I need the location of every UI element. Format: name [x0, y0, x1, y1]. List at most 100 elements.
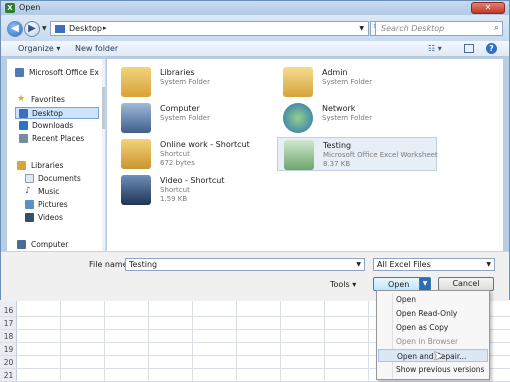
column-divider — [280, 290, 281, 382]
filename-input[interactable]: Testing ▼ — [125, 258, 365, 271]
file-type-value: All Excel Files — [377, 260, 431, 269]
nav-header-label: Computer — [31, 240, 69, 249]
menu-item-show-previous-versions[interactable]: Show previous versions — [378, 363, 488, 376]
item-type: Shortcut — [160, 186, 190, 194]
breadcrumb-desktop[interactable]: Desktop — [69, 24, 102, 33]
forward-button[interactable]: ▶ — [24, 21, 40, 37]
file-type-select[interactable]: All Excel Files ▼ — [373, 258, 495, 271]
column-divider — [236, 290, 237, 382]
menu-item-open-as-copy[interactable]: Open as Copy — [378, 321, 488, 334]
item-type: System Folder — [160, 78, 210, 86]
menu-item-open-read-only[interactable]: Open Read-Only — [378, 307, 488, 320]
nav-item-recent-places[interactable]: Recent Places — [7, 133, 99, 145]
excel-app-icon: X — [5, 3, 15, 13]
shortcut-folder-icon — [121, 139, 151, 169]
nav-item-downloads[interactable]: Downloads — [7, 120, 99, 132]
title-bar[interactable]: X Open ✕ — [1, 1, 509, 15]
item-name: Online work - Shortcut — [160, 140, 250, 149]
nav-item-label: Videos — [38, 213, 63, 222]
item-name: Testing — [323, 141, 352, 150]
cancel-button[interactable]: Cancel — [438, 277, 494, 291]
nav-item-label: Recent Places — [32, 134, 85, 143]
item-type: System Folder — [322, 78, 372, 86]
downloads-icon — [19, 121, 28, 130]
chevron-down-icon[interactable]: ▼ — [359, 25, 364, 32]
item-name: Video - Shortcut — [160, 176, 225, 185]
nav-item-label: Microsoft Office Ex — [29, 68, 99, 77]
nav-scrollbar[interactable] — [102, 59, 105, 251]
file-item-video-shortcut[interactable]: Video - Shortcut Shortcut 1.59 KB — [115, 173, 295, 207]
search-icon[interactable]: ⌕ — [494, 23, 499, 33]
item-type: System Folder — [160, 114, 210, 122]
nav-item-music[interactable]: ♪ Music — [7, 186, 99, 198]
video-shortcut-icon — [121, 175, 151, 205]
row-number: 19 — [3, 345, 14, 354]
tools-button[interactable]: Tools ▾ — [330, 280, 356, 289]
file-item-network[interactable]: Network System Folder — [277, 101, 457, 135]
documents-icon — [25, 174, 34, 183]
filename-value: Testing — [129, 260, 158, 269]
chevron-right-icon[interactable]: ▸ — [103, 24, 107, 32]
item-name: Admin — [322, 68, 348, 77]
address-bar-area: ◀ ▶ ▼ Desktop ▸ ▼ ↻ Search Desktop ⌕ — [1, 15, 509, 41]
item-type: System Folder — [322, 114, 372, 122]
item-size: 8.37 KB — [323, 160, 351, 168]
file-item-libraries[interactable]: Libraries System Folder — [115, 65, 295, 99]
nav-item-label: Desktop — [32, 109, 63, 118]
row-number: 18 — [3, 332, 14, 341]
nav-item-documents[interactable]: Documents — [7, 173, 99, 185]
recent-places-icon — [19, 134, 28, 143]
nav-header-libraries[interactable]: Libraries — [7, 160, 99, 172]
nav-item-label: Music — [38, 187, 60, 196]
address-field[interactable]: Desktop ▸ ▼ — [50, 21, 369, 36]
file-item-computer[interactable]: Computer System Folder — [115, 101, 295, 135]
search-input[interactable]: Search Desktop ⌕ — [375, 21, 503, 36]
star-icon: ★ — [17, 94, 26, 104]
file-item-testing[interactable]: Testing Microsoft Office Excel Worksheet… — [277, 137, 438, 171]
item-size: 1.59 KB — [160, 195, 188, 203]
nav-item-microsoft-office[interactable]: Microsoft Office Ex — [7, 67, 99, 79]
videos-icon — [25, 213, 34, 222]
nav-item-videos[interactable]: Videos — [7, 212, 99, 224]
new-folder-button[interactable]: New folder — [75, 44, 118, 53]
nav-header-label: Libraries — [31, 161, 64, 170]
nav-header-label: Favorites — [31, 95, 65, 104]
desktop-icon — [19, 109, 28, 118]
file-list: Libraries System Folder Admin System Fol… — [107, 59, 503, 251]
item-name: Computer — [160, 104, 200, 113]
column-divider — [104, 290, 105, 382]
file-item-admin[interactable]: Admin System Folder — [277, 65, 457, 99]
item-name: Network — [322, 104, 356, 113]
item-name: Libraries — [160, 68, 195, 77]
desktop-folder-icon — [55, 25, 65, 33]
open-options-arrow-icon[interactable]: ▼ — [419, 278, 430, 290]
recent-pages-dropdown-icon[interactable]: ▼ — [42, 25, 47, 32]
network-globe-icon — [283, 103, 313, 133]
chevron-down-icon[interactable]: ▼ — [486, 259, 491, 270]
close-button[interactable]: ✕ — [471, 2, 505, 14]
chevron-down-icon[interactable]: ▼ — [356, 259, 361, 270]
open-label: Open — [388, 280, 410, 289]
column-divider — [324, 290, 325, 382]
row-number: 16 — [3, 306, 14, 315]
music-icon: ♪ — [25, 186, 31, 196]
menu-item-open-in-browser: Open in Browser — [396, 337, 459, 346]
nav-header-favorites[interactable]: ★ Favorites — [7, 94, 99, 106]
change-view-icon[interactable]: ☷ ▾ — [428, 44, 442, 53]
preview-pane-icon[interactable] — [464, 44, 474, 53]
nav-header-computer[interactable]: Computer — [7, 239, 99, 251]
back-button[interactable]: ◀ — [7, 21, 23, 37]
mouse-cursor-icon: ➤ — [433, 349, 444, 364]
file-item-online-work-shortcut[interactable]: Online work - Shortcut Shortcut 672 byte… — [115, 137, 295, 171]
menu-item-open[interactable]: Open — [378, 293, 488, 306]
help-icon[interactable]: ? — [486, 43, 497, 54]
column-divider — [368, 290, 369, 382]
computer-icon — [121, 103, 151, 133]
tools-label: Tools — [330, 280, 350, 289]
nav-item-desktop[interactable]: Desktop — [15, 107, 99, 119]
open-button[interactable]: Open ▼ — [373, 277, 431, 291]
organize-button[interactable]: Organize ▾ — [18, 44, 60, 53]
scroll-thumb[interactable] — [102, 87, 105, 129]
nav-item-pictures[interactable]: Pictures — [7, 199, 99, 211]
excel-file-icon — [284, 140, 314, 170]
